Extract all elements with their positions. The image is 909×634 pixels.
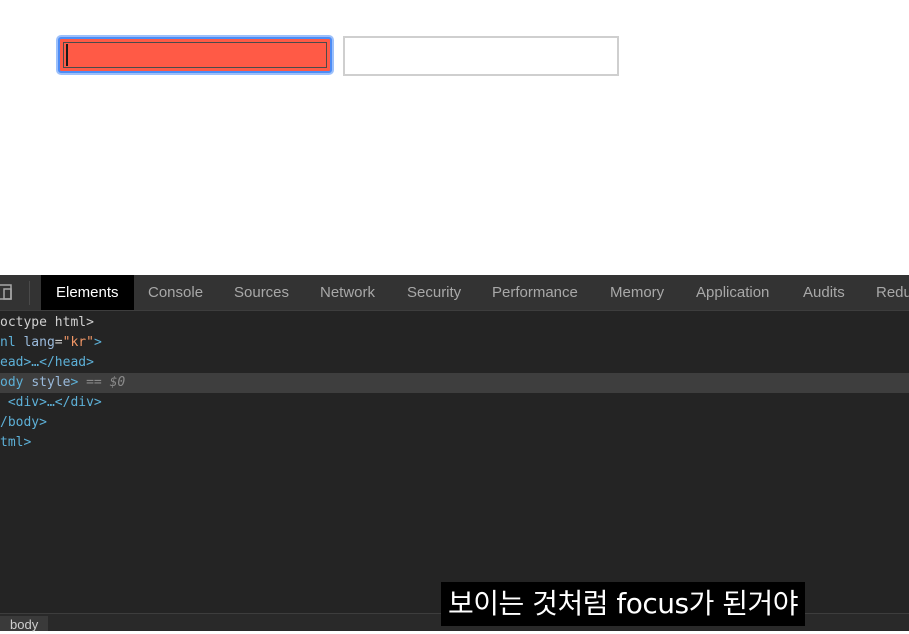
tree-line-doctype[interactable]: octype html> (0, 313, 94, 333)
breadcrumb-body[interactable]: body (0, 616, 49, 632)
text-caret (66, 44, 68, 66)
tab-memory[interactable]: Memory (610, 275, 664, 310)
console-ref: == $0 (86, 375, 126, 390)
devtools-panel: Elements Console Sources Network Securit… (0, 275, 909, 632)
tree-line-head[interactable]: ead>…</head> (0, 353, 94, 373)
head-text: ead>…</head> (0, 355, 94, 370)
html-attr-value: "kr" (62, 335, 94, 350)
tab-audits[interactable]: Audits (803, 275, 845, 310)
html-tag: nl (0, 335, 16, 350)
tab-elements[interactable]: Elements (41, 275, 134, 310)
tab-application[interactable]: Application (696, 275, 769, 310)
close-bracket: > (93, 335, 102, 350)
tab-redux[interactable]: Redu (876, 275, 909, 310)
focused-text-input[interactable] (58, 37, 332, 73)
div-text: <div>…</div> (7, 395, 102, 410)
tree-line-html-close[interactable]: tml> (0, 433, 31, 453)
body-close-text: /body> (0, 415, 47, 430)
body-tag: ody (0, 375, 24, 390)
tree-line-body-selected[interactable]: ody style> == $0 (0, 373, 909, 393)
input-inner-border (63, 42, 327, 68)
close-bracket: > (70, 375, 87, 390)
html-close-text: tml> (0, 435, 32, 450)
tree-line-div[interactable]: <div>…</div> (0, 393, 102, 413)
text-input[interactable] (343, 36, 619, 76)
video-subtitle: 보이는 것처럼 focus가 된거야 (441, 582, 806, 626)
tab-performance[interactable]: Performance (492, 275, 578, 310)
page-viewport (0, 0, 909, 275)
equals: = (54, 335, 63, 350)
tab-console[interactable]: Console (148, 275, 203, 310)
devtools-tabbar: Elements Console Sources Network Securit… (0, 275, 909, 311)
tree-line-html[interactable]: nl lang="kr"> (0, 333, 102, 353)
tree-line-body-close[interactable]: /body> (0, 413, 47, 433)
tab-separator (29, 281, 30, 305)
doctype-text: octype html> (0, 315, 94, 330)
tab-sources[interactable]: Sources (234, 275, 289, 310)
tab-security[interactable]: Security (407, 275, 461, 310)
tab-network[interactable]: Network (320, 275, 375, 310)
device-toolbar-icon[interactable] (0, 283, 16, 301)
html-attr: lang (23, 335, 55, 350)
body-attr: style (31, 375, 71, 390)
